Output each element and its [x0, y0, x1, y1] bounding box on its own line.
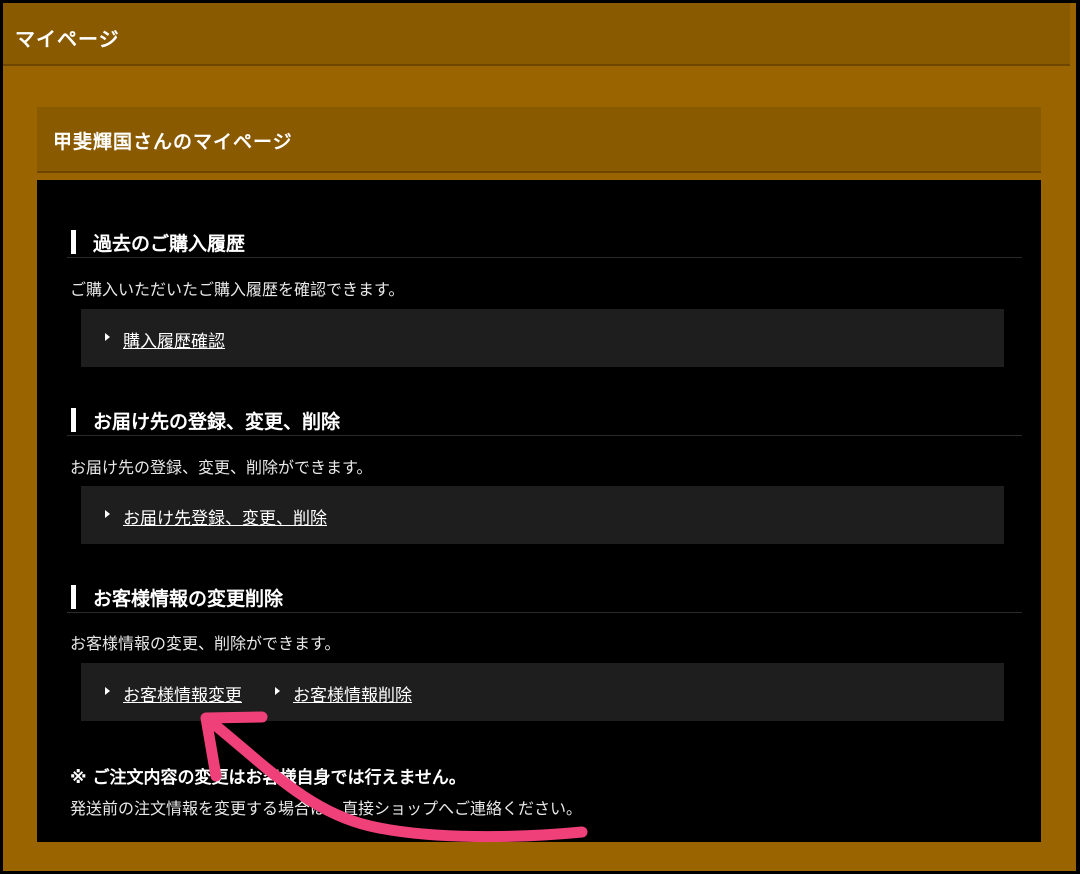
section-heading-text: 過去のご購入履歴: [93, 233, 246, 255]
page-title: マイページ: [15, 27, 120, 51]
delivery-address-link[interactable]: お届け先登録、変更、削除: [123, 504, 327, 529]
section-heading-text: お届け先の登録、変更、削除: [93, 411, 341, 433]
section-description: お届け先の登録、変更、削除ができます。: [70, 458, 373, 477]
customer-info-change-link[interactable]: お客様情報変更: [123, 681, 242, 706]
heading-marker: [71, 230, 76, 254]
section-heading-customer-info: お客様情報の変更削除: [67, 582, 1022, 613]
order-change-notice: ※ ご注文内容の変更はお客様自身では行えません。: [70, 768, 466, 788]
section-heading-delivery-address: お届け先の登録、変更、削除: [67, 405, 1022, 436]
purchase-history-link[interactable]: 購入履歴確認: [123, 327, 225, 352]
section-description: ご購入いただいたご購入履歴を確認できます。: [70, 280, 405, 299]
customer-info-delete-link[interactable]: お客様情報削除: [293, 681, 412, 706]
mypage-panel: 過去のご購入履歴 ご購入いただいたご購入履歴を確認できます。 購入履歴確認 お届…: [37, 180, 1041, 842]
section-heading-text: お客様情報の変更削除: [93, 588, 284, 610]
section-heading-purchase-history: 過去のご購入履歴: [67, 227, 1022, 258]
link-box-delivery-address: お届け先登録、変更、削除: [81, 486, 1004, 544]
triangle-right-icon: [105, 510, 110, 518]
heading-marker: [71, 585, 76, 609]
triangle-right-icon: [275, 687, 280, 695]
card-header: 甲斐輝国さんのマイページ: [37, 107, 1041, 173]
section-description: お客様情報の変更、削除ができます。: [70, 634, 341, 653]
card-title: 甲斐輝国さんのマイページ: [53, 131, 293, 153]
page-header: マイページ: [3, 3, 1070, 66]
triangle-right-icon: [105, 333, 110, 341]
heading-marker: [71, 408, 76, 432]
link-box-purchase-history: 購入履歴確認: [81, 309, 1004, 367]
link-box-customer-info: お客様情報変更 お客様情報削除: [81, 663, 1004, 721]
triangle-right-icon: [105, 687, 110, 695]
order-change-contact-notice: 発送前の注文情報を変更する場合は、直接ショップへご連絡ください。: [70, 799, 583, 818]
